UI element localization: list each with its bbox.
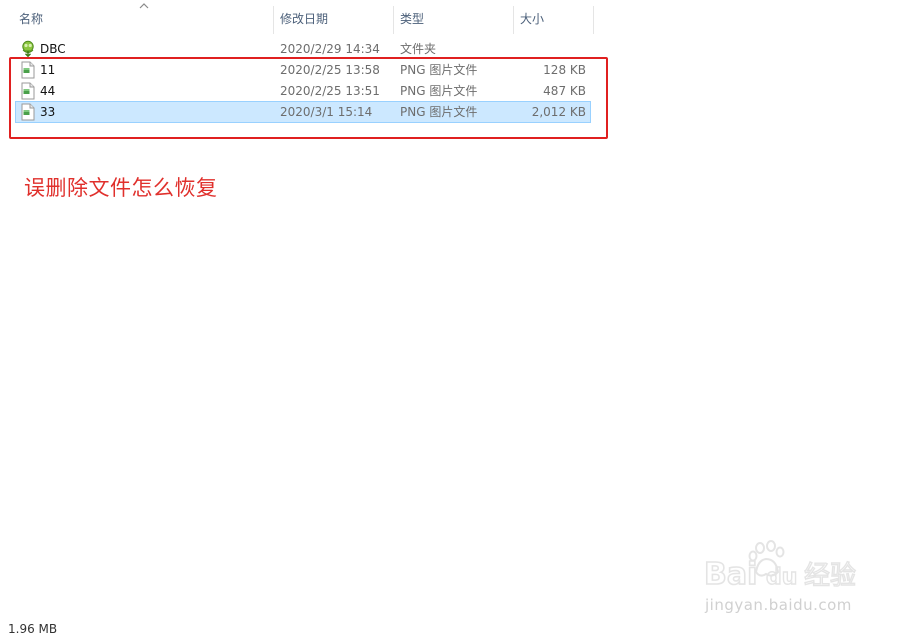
column-header-modified[interactable]: 修改日期 [280,0,328,34]
folder-recycle-icon [22,40,34,58]
file-name: DBC [40,42,66,56]
status-selection-size: 1.96 MB [8,622,58,636]
file-type: 文件夹 [400,42,437,56]
watermark-url: jingyan.baidu.com [705,596,852,614]
file-modified-date: 2020/2/29 14:34 [280,42,380,56]
svg-text:Bai: Bai [704,557,757,592]
annotation-caption: 误删除文件怎么恢复 [24,176,218,200]
sort-ascending-icon[interactable] [139,2,149,10]
column-header-size[interactable]: 大小 [520,0,544,34]
column-header-type[interactable]: 类型 [400,0,424,34]
column-divider[interactable] [273,6,274,34]
column-header-name[interactable]: 名称 [19,0,43,34]
annotation-highlight-box [9,57,608,139]
column-divider[interactable] [593,6,594,34]
column-divider[interactable] [513,6,514,34]
file-row-dbc[interactable]: DBC 2020/2/29 14:34 文件夹 [16,39,590,59]
svg-text:经验: 经验 [804,561,856,591]
column-header-row: 名称 修改日期 类型 大小 [0,0,600,34]
column-divider[interactable] [393,6,394,34]
file-explorer-view: 名称 修改日期 类型 大小 DBC 2020/2/29 14:34 文件夹 11… [0,0,921,637]
svg-text:du: du [766,565,797,590]
